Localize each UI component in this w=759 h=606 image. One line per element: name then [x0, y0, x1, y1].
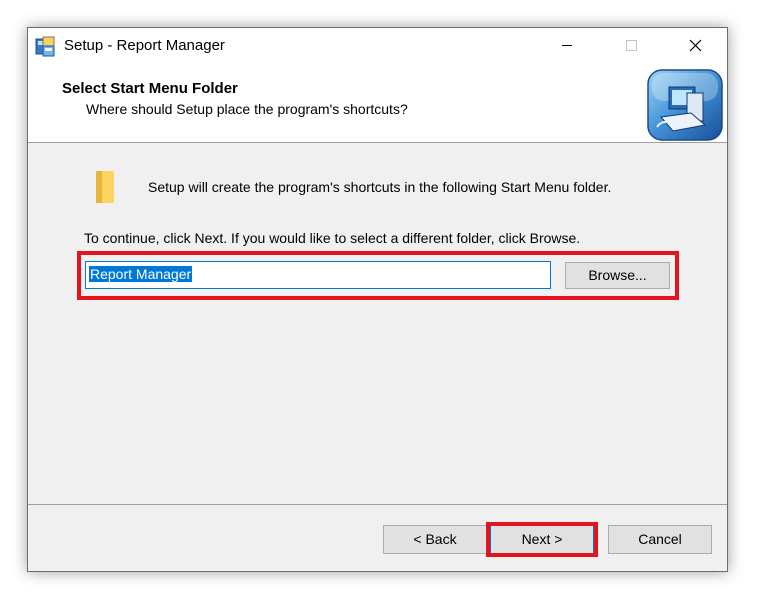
next-button-highlight	[486, 522, 598, 557]
computer-wizard-icon	[647, 69, 723, 141]
cancel-button[interactable]: Cancel	[608, 525, 712, 554]
footer-divider	[28, 504, 727, 505]
title-bar[interactable]: Setup - Report Manager	[28, 28, 727, 63]
intro-text: Setup will create the program's shortcut…	[148, 179, 612, 195]
window-title: Setup - Report Manager	[64, 37, 225, 54]
setup-window: Setup - Report Manager Select Start Menu…	[27, 27, 728, 572]
page-title: Select Start Menu Folder	[62, 80, 238, 97]
maximize-icon	[626, 40, 637, 51]
folder-icon	[96, 171, 114, 203]
close-icon	[689, 39, 702, 52]
start-menu-folder-input[interactable]: Report Manager	[85, 261, 551, 289]
maximize-button[interactable]	[608, 28, 654, 63]
wizard-content: Setup will create the program's shortcut…	[28, 144, 727, 504]
page-subtitle: Where should Setup place the program's s…	[86, 101, 408, 117]
minimize-button[interactable]	[544, 28, 590, 63]
wizard-header: Select Start Menu Folder Where should Se…	[28, 63, 727, 143]
minimize-icon	[562, 45, 572, 46]
folder-input-value: Report Manager	[89, 266, 193, 282]
close-button[interactable]	[672, 28, 718, 63]
browse-button[interactable]: Browse...	[565, 262, 670, 289]
setup-app-icon	[35, 36, 55, 57]
back-button[interactable]: < Back	[383, 525, 487, 554]
instruction-text: To continue, click Next. If you would li…	[84, 230, 581, 246]
